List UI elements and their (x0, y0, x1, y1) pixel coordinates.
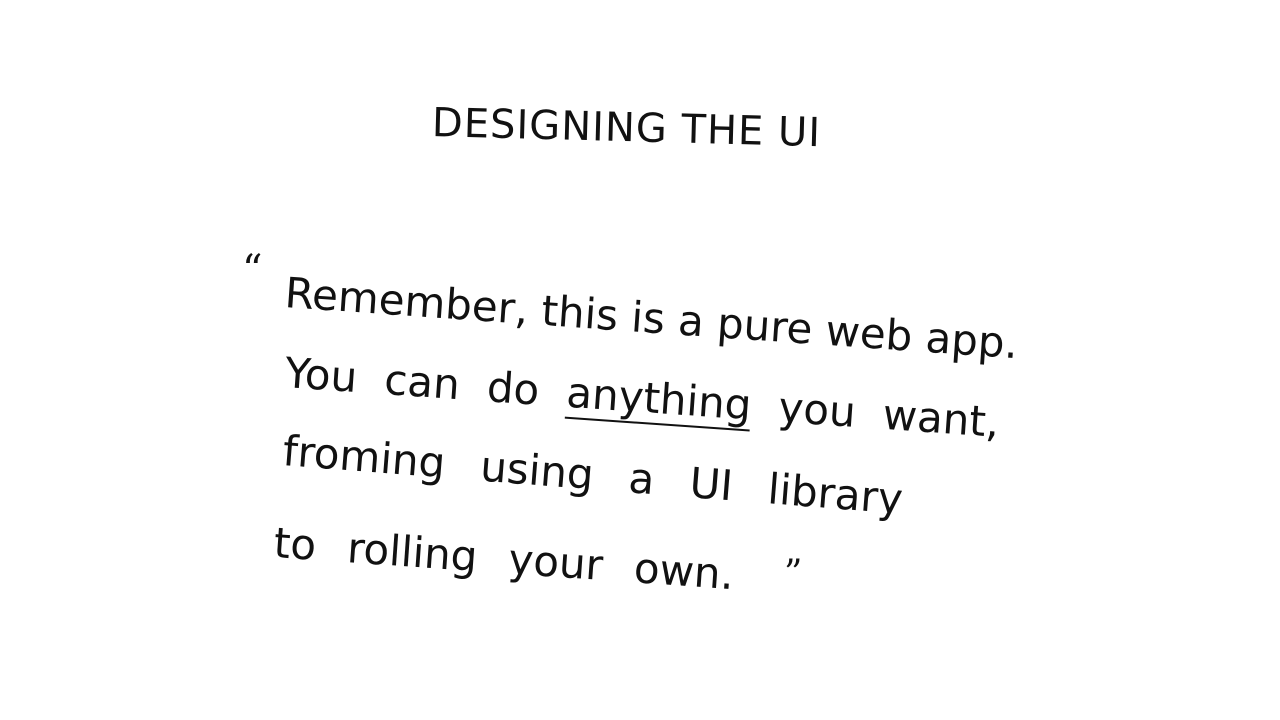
quote-line-2-before: You can do (283, 348, 569, 417)
quote-line-3: froming using a UI library (281, 426, 905, 524)
emphasized-word: anything (564, 367, 754, 430)
quote-line-1: Remember, this is a pure web app. (283, 268, 1020, 369)
quote-line-2-after: you want, (749, 380, 1001, 447)
close-quote-mark: ” (784, 553, 803, 594)
slide-title: DESIGNING THE UI (431, 100, 822, 157)
quote-line-4: to rolling your own. (272, 518, 736, 600)
open-quote-mark: “ (242, 247, 263, 293)
slide: DESIGNING THE UI “ Remember, this is a p… (0, 0, 1280, 720)
quote-line-2: You can do anything you want, (283, 348, 1001, 447)
